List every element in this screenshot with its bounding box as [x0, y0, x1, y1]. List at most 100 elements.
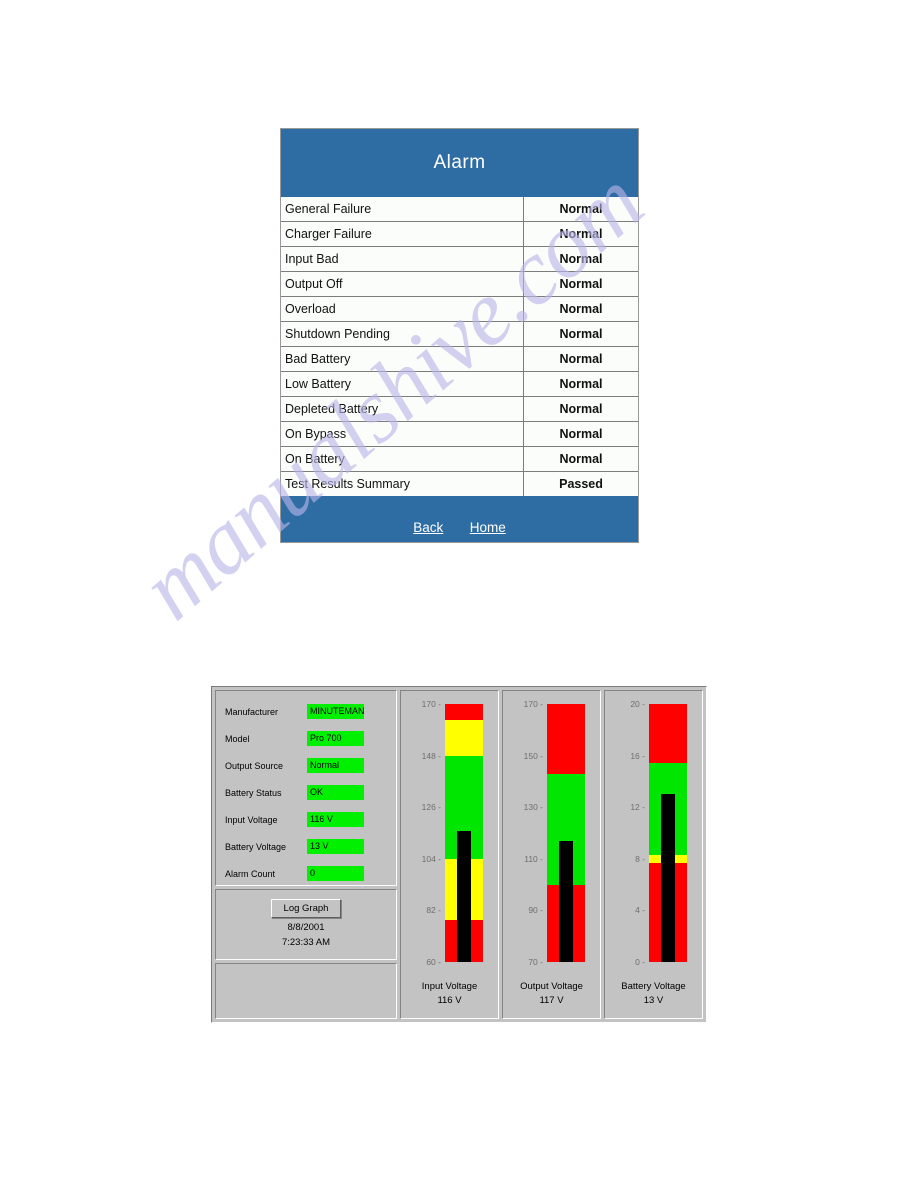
- status-field-value: 0: [307, 866, 364, 881]
- status-field-label: Model: [225, 733, 250, 744]
- axis-tick-label: 60: [426, 957, 441, 967]
- list-item: Model Pro 700: [225, 725, 388, 752]
- alarm-label: Test Results Summary: [281, 471, 524, 496]
- table-row: Output Off Normal: [281, 271, 638, 297]
- log-graph-button[interactable]: Log Graph: [270, 899, 342, 918]
- status-badge: Normal: [523, 446, 638, 472]
- axis-tick-label: 104: [422, 854, 441, 864]
- table-row: Input Bad Normal: [281, 246, 638, 272]
- gauge-value: 13 V: [643, 995, 664, 1006]
- list-item: Battery Status OK: [225, 779, 388, 806]
- axis-tick-label: 126: [422, 802, 441, 812]
- axis-tick-label: 16: [630, 751, 645, 761]
- status-badge: Normal: [523, 421, 638, 447]
- table-row: Bad Battery Normal: [281, 346, 638, 372]
- alarm-label: Bad Battery: [281, 346, 524, 372]
- status-badge: Normal: [523, 197, 638, 222]
- alarm-label: Shutdown Pending: [281, 321, 524, 347]
- status-column: Manufacturer MINUTEMAN Model Pro 700 Output …: [215, 690, 397, 1019]
- status-badge: Normal: [523, 221, 638, 247]
- log-graph-box: Log Graph 8/8/2001 7:23:33 AM: [215, 889, 397, 960]
- gauge-axis: 170 150 130 110 90 70: [509, 699, 543, 967]
- axis-tick-label: 82: [426, 905, 441, 915]
- status-badge: Passed: [523, 471, 638, 496]
- list-item: Output Source Normal: [225, 752, 388, 779]
- alarm-label: On Bypass: [281, 421, 524, 447]
- gauge-bar: [445, 704, 483, 962]
- alarm-panel-header: Alarm: [281, 129, 638, 197]
- gauge-axis: 20 16 12 8 4 0: [611, 699, 645, 967]
- status-badge: Normal: [523, 321, 638, 347]
- gauge-caption: Battery Voltage 13 V: [605, 980, 702, 1008]
- status-badge: Normal: [523, 396, 638, 422]
- status-field-label: Alarm Count: [225, 868, 276, 879]
- alarm-label: Low Battery: [281, 371, 524, 397]
- status-badge: Normal: [523, 346, 638, 372]
- home-link[interactable]: Home: [470, 520, 506, 535]
- status-badge: Normal: [523, 371, 638, 397]
- gauge-1: 170 150 130 110 90 70 Output Voltage 117 V: [502, 690, 601, 1019]
- log-date: 8/8/2001: [287, 922, 325, 933]
- axis-tick-label: 20: [630, 699, 645, 709]
- status-field-label: Output Source: [225, 760, 284, 771]
- alarm-panel: Alarm General Failure Normal Charger Failu…: [280, 128, 639, 543]
- alarm-label: Depleted Battery: [281, 396, 524, 422]
- table-row: Low Battery Normal: [281, 371, 638, 397]
- gauge-caption: Input Voltage 116 V: [401, 980, 498, 1008]
- list-item: Alarm Count 0: [225, 860, 388, 887]
- status-field-value: Normal: [307, 758, 364, 773]
- status-field-label: Battery Status: [225, 787, 282, 798]
- table-row: Test Results Summary Passed: [281, 471, 638, 496]
- status-badge: Normal: [523, 246, 638, 272]
- gauge-axis: 170 148 126 104 82 60: [407, 699, 441, 967]
- gauge-needle: [559, 840, 573, 962]
- axis-tick-label: 170: [422, 699, 441, 709]
- axis-tick-label: 12: [630, 802, 645, 812]
- status-field-value: 13 V: [307, 839, 364, 854]
- axis-tick-label: 130: [524, 802, 543, 812]
- list-item: Input Voltage 116 V: [225, 806, 388, 833]
- monitor-inner: Manufacturer MINUTEMAN Model Pro 700 Output …: [215, 690, 703, 1019]
- gauge-2: 20 16 12 8 4 0 Battery Voltage 13 V: [604, 690, 703, 1019]
- alarm-label: Overload: [281, 296, 524, 322]
- table-row: Shutdown Pending Normal: [281, 321, 638, 347]
- table-row: On Bypass Normal: [281, 421, 638, 447]
- log-time: 7:23:33 AM: [281, 937, 331, 948]
- axis-tick-label: 0: [635, 957, 645, 967]
- gauge-bar: [649, 704, 687, 962]
- axis-tick-label: 148: [422, 751, 441, 761]
- status-field-value: MINUTEMAN: [307, 704, 364, 719]
- axis-tick-label: 70: [528, 957, 543, 967]
- alarm-panel-footer: Back Home: [281, 496, 638, 542]
- gauge-title: Battery Voltage: [621, 981, 686, 992]
- gauge-caption: Output Voltage 117 V: [503, 980, 600, 1008]
- empty-panel-box: [215, 963, 397, 1019]
- axis-tick-label: 170: [524, 699, 543, 709]
- axis-tick-label: 4: [635, 905, 645, 915]
- status-badge: Normal: [523, 296, 638, 322]
- back-link[interactable]: Back: [413, 520, 443, 535]
- alarm-label: On Battery: [281, 446, 524, 472]
- gauge-value: 116 V: [437, 995, 462, 1006]
- alarm-label: Charger Failure: [281, 221, 524, 247]
- gauge-value: 117 V: [539, 995, 564, 1006]
- gauge-bar: [547, 704, 585, 962]
- gauge-needle: [661, 794, 675, 962]
- alarm-label: General Failure: [281, 197, 524, 222]
- axis-tick-label: 150: [524, 751, 543, 761]
- gauge-zone: [445, 704, 483, 721]
- gauge-needle: [457, 830, 471, 962]
- table-row: On Battery Normal: [281, 446, 638, 472]
- table-row: General Failure Normal: [281, 197, 638, 222]
- gauge-zone: [547, 704, 585, 774]
- list-item: Battery Voltage 13 V: [225, 833, 388, 860]
- status-field-label: Manufacturer: [225, 706, 279, 717]
- status-field-value: 116 V: [307, 812, 364, 827]
- ups-monitor-panel: Manufacturer MINUTEMAN Model Pro 700 Output …: [211, 686, 707, 1023]
- gauges-column: 170 148 126 104 82 60 Input Voltage 116 V 170 150…: [400, 690, 703, 1019]
- table-row: Depleted Battery Normal: [281, 396, 638, 422]
- status-field-value: OK: [307, 785, 364, 800]
- table-row: Overload Normal: [281, 296, 638, 322]
- gauge-zone: [445, 720, 483, 756]
- footer-links: Back Home: [281, 519, 638, 537]
